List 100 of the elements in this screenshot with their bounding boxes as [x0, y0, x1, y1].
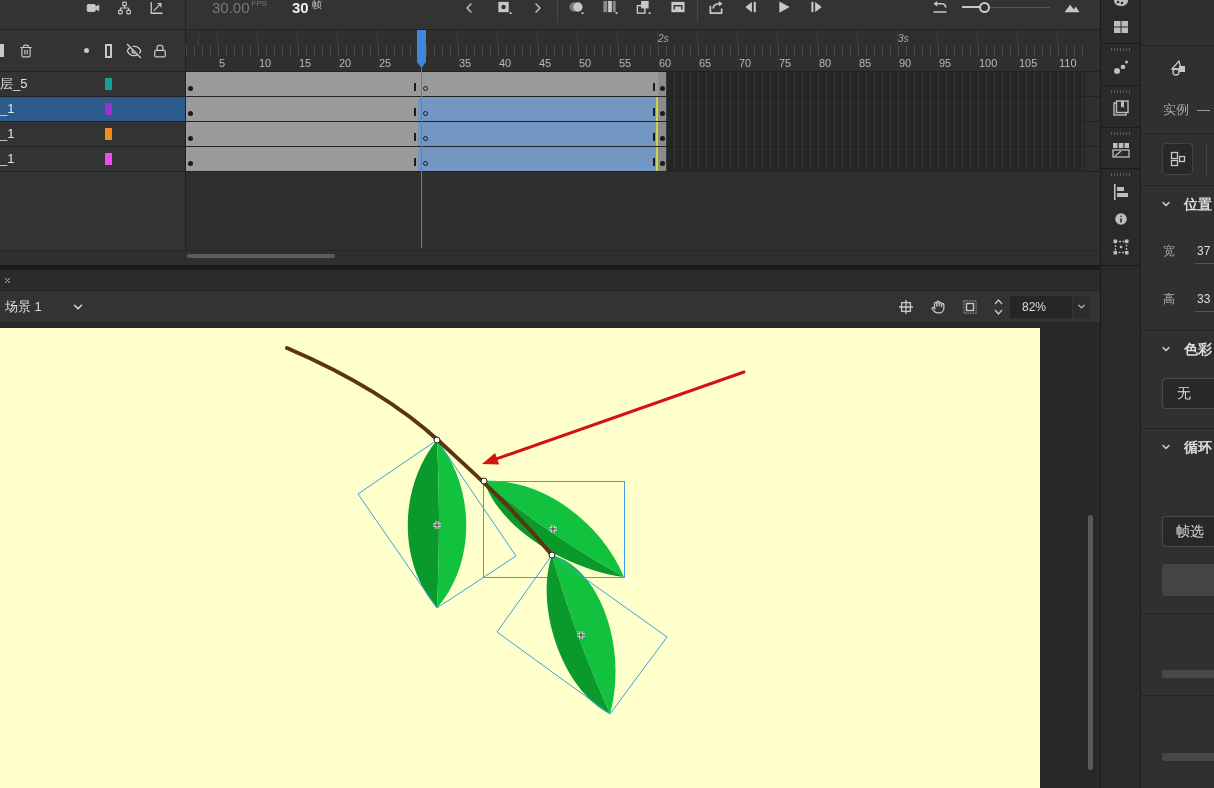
- frame-number: 5: [219, 57, 226, 69]
- frame-number: 75: [779, 57, 792, 69]
- layer-row[interactable]: _1: [0, 122, 186, 146]
- zoom-dropdown-button[interactable]: [1073, 295, 1089, 318]
- time-ruler[interactable]: 2s 3s 5 10 15 20 25 35 40 45 50 55 60 65 70 75 80 85 90 95 100 105 110: [186, 30, 1085, 71]
- frame-number: 55: [619, 57, 632, 69]
- layer-name: _1: [0, 126, 16, 142]
- chevron-down-icon: [1075, 301, 1087, 312]
- palette-icon[interactable]: [1112, 0, 1129, 7]
- layer-name: 层_5: [0, 76, 29, 92]
- end-marker-icon: [653, 83, 655, 91]
- end-frame[interactable]: [658, 72, 666, 96]
- hierarchy-icon[interactable]: [117, 0, 132, 15]
- section-header[interactable]: 色彩: [1141, 339, 1214, 359]
- field-label: 高: [1163, 291, 1176, 308]
- frame-unit: 帧: [311, 0, 322, 10]
- dropdown[interactable]: 帧选: [1162, 516, 1214, 547]
- share-icon[interactable]: [708, 0, 724, 15]
- scrollbar-thumb[interactable]: [1088, 515, 1093, 770]
- layer-color-icon[interactable]: [105, 128, 112, 140]
- info-icon[interactable]: [1112, 211, 1129, 227]
- current-frame[interactable]: 30: [292, 0, 309, 15]
- zoom-slider-thumb[interactable]: [979, 2, 990, 13]
- playhead-handle[interactable]: [417, 30, 426, 68]
- panel-grip-icon[interactable]: [1110, 132, 1131, 135]
- layer-row[interactable]: _1: [0, 147, 186, 171]
- trash-icon[interactable]: [19, 42, 33, 59]
- dropdown[interactable]: 无: [1162, 378, 1214, 409]
- end-marker-icon: [414, 108, 416, 116]
- stage-canvas[interactable]: [0, 328, 1040, 788]
- bookmark-icon[interactable]: [1112, 100, 1129, 116]
- square-icon[interactable]: [963, 299, 977, 314]
- end-marker-icon: [414, 158, 416, 166]
- lock-icon[interactable]: [153, 42, 167, 59]
- transform-point-icon: [480, 477, 488, 485]
- graph-icon[interactable]: [149, 0, 164, 15]
- frame-number: 40: [499, 57, 512, 69]
- layer-color-icon[interactable]: [105, 153, 112, 165]
- layer-name: _1: [0, 151, 16, 167]
- layer-row[interactable]: _1: [0, 97, 186, 121]
- end-frame[interactable]: [658, 147, 666, 171]
- play-icon[interactable]: [776, 0, 792, 15]
- frame-number: 45: [539, 57, 552, 69]
- dashed-square-icon[interactable]: [1112, 239, 1129, 255]
- frame-number: 90: [899, 57, 912, 69]
- stepper-icon[interactable]: [994, 297, 1003, 316]
- registration-cross-icon: [431, 519, 443, 531]
- frame-number: 80: [819, 57, 832, 69]
- layer-color-icon[interactable]: [105, 78, 112, 90]
- frame-number: 105: [1019, 57, 1038, 69]
- end-frame[interactable]: [658, 97, 666, 121]
- close-icon[interactable]: [3, 275, 12, 285]
- bars-icon[interactable]: [602, 0, 618, 15]
- layout-button[interactable]: [1162, 143, 1193, 175]
- panel-grip-icon[interactable]: [1110, 48, 1131, 51]
- section-header[interactable]: 循环: [1141, 437, 1214, 457]
- hand-icon[interactable]: [931, 299, 945, 314]
- frame-number: 110: [1059, 57, 1077, 69]
- instance-value[interactable]: —: [1197, 100, 1210, 120]
- number-field[interactable]: 33: [1195, 286, 1214, 312]
- section-header[interactable]: 位置: [1141, 194, 1214, 214]
- frame-number: 70: [739, 57, 752, 69]
- frame-number: 15: [299, 57, 312, 69]
- end-marker-icon: [414, 133, 416, 141]
- transform-point-icon: [548, 551, 556, 559]
- layer-row[interactable]: 层_5: [0, 72, 186, 96]
- frame-number: 60: [659, 57, 672, 69]
- outline-rectangle-icon[interactable]: [105, 43, 112, 58]
- seconds-label: 2s: [658, 31, 669, 46]
- end-frame[interactable]: [658, 122, 666, 146]
- squares-icon[interactable]: [635, 0, 651, 15]
- rectangle-icon[interactable]: [670, 0, 686, 15]
- film-grid-icon[interactable]: [1111, 142, 1130, 158]
- eye-off-icon[interactable]: [126, 42, 142, 59]
- instance-label: 实例: [1163, 101, 1189, 119]
- squares-icon: [1169, 151, 1186, 167]
- frame-number: 20: [339, 57, 352, 69]
- scrollbar-thumb[interactable]: [187, 254, 335, 258]
- number-field[interactable]: 37: [1195, 238, 1214, 264]
- panel-grip-icon[interactable]: [1110, 173, 1131, 176]
- shapes-icon: [1170, 60, 1186, 76]
- frame-number: 65: [699, 57, 712, 69]
- grid-icon[interactable]: [1112, 19, 1129, 35]
- frame-number: 35: [459, 57, 472, 69]
- zoom-field[interactable]: 82%: [1010, 295, 1072, 318]
- crosshair-icon[interactable]: [899, 299, 913, 314]
- dots-icon[interactable]: [1112, 59, 1129, 75]
- align-left-icon[interactable]: [1112, 184, 1129, 200]
- scene-name[interactable]: 场景 1: [5, 296, 65, 317]
- panel-grip-icon[interactable]: [1110, 90, 1131, 93]
- frame-number: 85: [859, 57, 872, 69]
- layer-color-icon[interactable]: [105, 103, 112, 115]
- seconds-label: 3s: [898, 31, 909, 46]
- undo-icon[interactable]: [932, 0, 948, 15]
- frame-number: 10: [259, 57, 272, 69]
- frame-number: 100: [979, 57, 998, 69]
- frame-number: 50: [579, 57, 592, 69]
- zoom-slider-track[interactable]: [962, 0, 1050, 15]
- circles-icon[interactable]: [568, 0, 584, 15]
- end-marker-icon: [653, 158, 655, 166]
